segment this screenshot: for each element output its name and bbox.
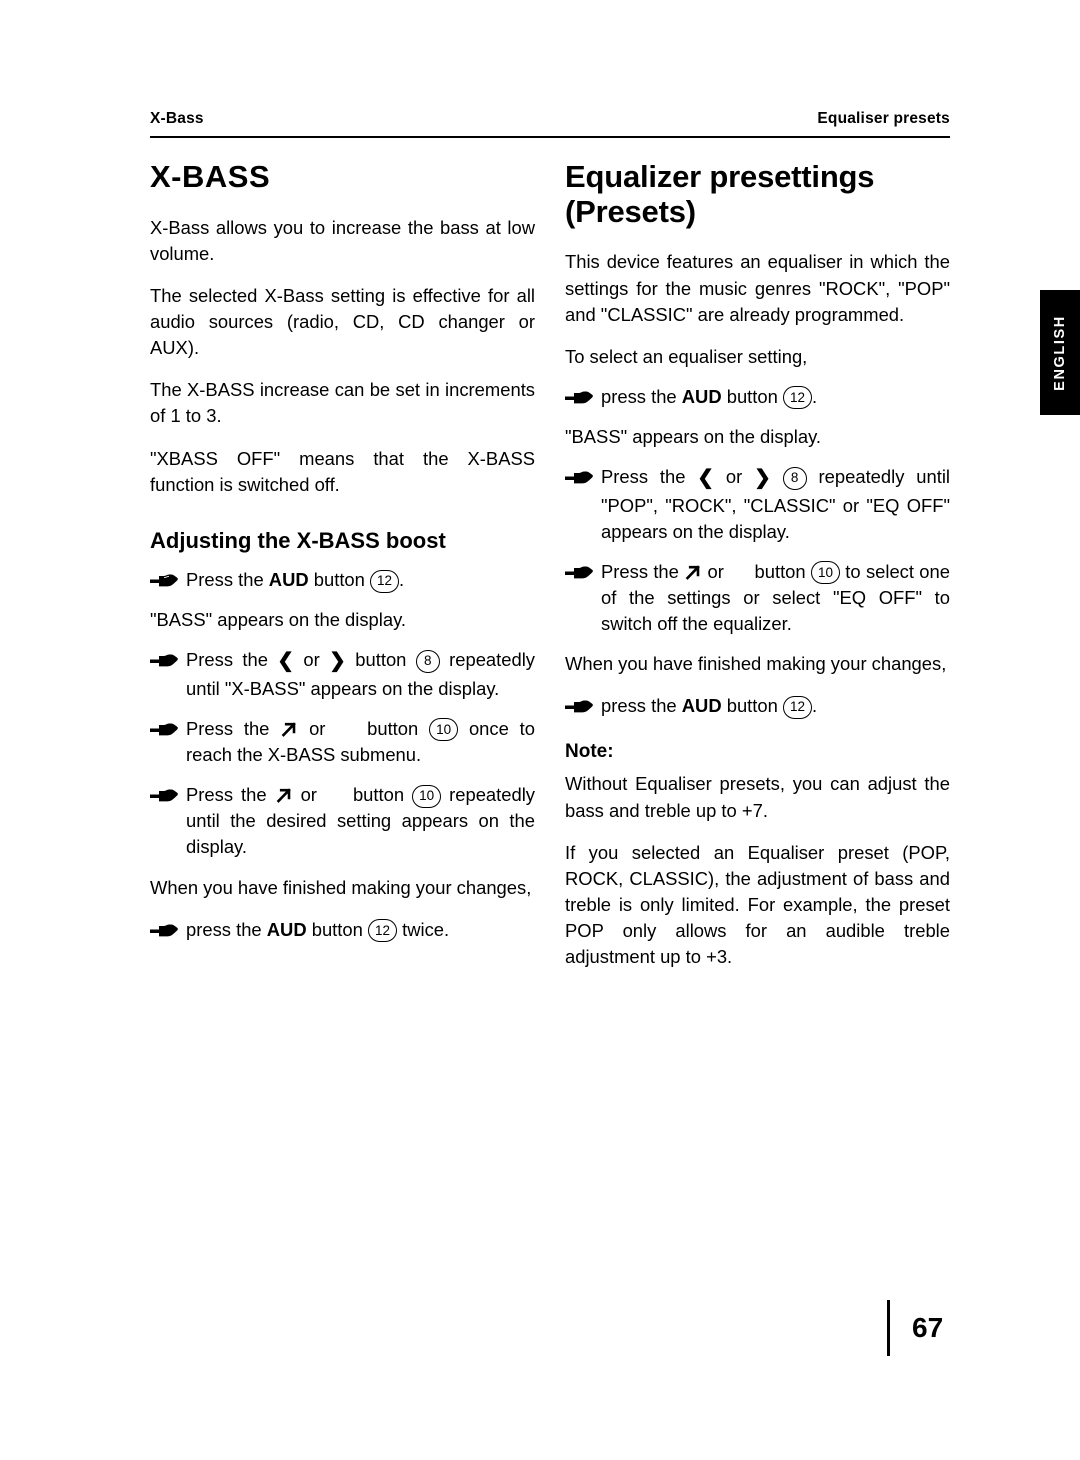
page-number: 67 — [912, 1312, 944, 1343]
pointing-hand-icon — [565, 562, 593, 582]
section-title-equalizer: Equalizer presettings (Presets) — [565, 159, 950, 229]
paragraph-eq-intro: This device features an equaliser in whi… — [565, 251, 950, 325]
list-item: Press the ❮ or ❯ 8 repeatedly until "POP… — [565, 464, 950, 545]
callout-number: 12 — [367, 919, 397, 943]
header-right-text: Equaliser presets — [817, 110, 950, 127]
list-item: Press the or button 10 to select one of … — [565, 559, 950, 637]
pointing-hand-icon — [150, 650, 178, 670]
callout-number: 12 — [782, 386, 812, 410]
arrow-right-icon: ❯ — [329, 650, 346, 673]
running-header: X-Bass Equaliser presets — [150, 110, 950, 128]
button-label-aud: AUD — [681, 385, 722, 407]
arrow-left-icon: ❮ — [277, 650, 295, 673]
page-footer: 67 — [887, 1300, 943, 1356]
paragraph-note-2: If you selected an Equaliser preset (POP… — [565, 841, 950, 968]
list-item-text: Press the or button 10 once to reach the… — [186, 717, 536, 766]
paragraph-xbass-increments: The X-BASS increase can be set in increm… — [150, 379, 535, 427]
arrow-up-icon — [684, 562, 702, 580]
callout-number: 12 — [782, 695, 812, 719]
right-column: Equalizer presettings (Presets) This devi… — [565, 159, 950, 986]
note-heading: Note: — [565, 741, 614, 763]
pointing-hand-icon — [150, 570, 178, 590]
list-item: press the AUD button 12 twice. — [150, 917, 535, 943]
language-side-tab: ENGLISH — [1040, 290, 1080, 415]
page-title: X-BASS — [150, 159, 271, 194]
left-column: X-BASS X-Bass allows you to increase the… — [150, 159, 535, 957]
list-item: press the AUD button 12. — [565, 693, 950, 719]
callout-number: 8 — [782, 466, 807, 490]
list-item: Press the or button 10 once to reach the… — [150, 716, 535, 768]
paragraph-xbass-off: "XBASS OFF" means that the X-BASS functi… — [150, 447, 535, 495]
section-title-line1: Equalizer presettings — [565, 159, 875, 194]
arrow-up-icon — [275, 785, 293, 803]
header-left-text: X-Bass — [150, 110, 204, 127]
paragraph-note-1: Without Equaliser presets, you can adjus… — [565, 773, 950, 821]
arrow-right-icon: ❯ — [754, 467, 771, 490]
list-item-text: press the AUD button 12. — [601, 695, 817, 719]
button-label-aud: AUD — [266, 918, 307, 940]
manual-page: X-Bass Equaliser presets X-BASS X-Bass a… — [0, 0, 1080, 1460]
list-item: press the AUD button 12. — [565, 384, 950, 410]
callout-number: 10 — [810, 561, 840, 585]
callout-number: 12 — [370, 569, 400, 593]
paragraph-bass-display: "BASS" appears on the display. — [150, 609, 407, 631]
header-divider — [150, 136, 950, 138]
section-heading-adjust-boost: Adjusting the X-BASS boost — [150, 527, 446, 553]
pointing-hand-icon — [565, 467, 593, 487]
list-item-text: Press the ❮ or ❯ button 8 repeatedly unt… — [186, 649, 536, 699]
list-item-text: press the AUD button 12 twice. — [186, 918, 449, 943]
pointing-hand-icon — [150, 920, 178, 940]
pointing-hand-icon — [150, 719, 178, 739]
button-label-aud: AUD — [681, 695, 722, 717]
list-item-text: press the AUD button 12. — [601, 385, 817, 410]
paragraph-xbass-intro: X-Bass allows you to increase the bass a… — [150, 216, 535, 264]
list-item-text: Press the or button 10 to select one of … — [601, 560, 950, 635]
footer-rule — [887, 1300, 890, 1356]
pointing-hand-icon — [150, 785, 178, 805]
list-item: Press the AUD button 12. — [150, 567, 535, 593]
section-title-line2: (Presets) — [565, 193, 696, 229]
paragraph-bass-display: "BASS" appears on the display. — [565, 426, 822, 448]
arrow-left-icon: ❮ — [697, 467, 715, 490]
list-item: Press the ❮ or ❯ button 8 repeatedly unt… — [150, 647, 535, 702]
list-item-text: Press the ❮ or ❯ 8 repeatedly until "POP… — [601, 466, 950, 542]
paragraph-eq-select: To select an equaliser setting, — [565, 345, 808, 367]
list-item-text: Press the AUD button 12. — [186, 569, 404, 593]
callout-number: 10 — [429, 718, 459, 742]
arrow-up-icon — [280, 719, 298, 737]
callout-number: 10 — [412, 784, 442, 808]
pointing-hand-icon — [565, 387, 593, 407]
language-side-tab-label: ENGLISH — [1052, 314, 1068, 391]
paragraph-finished-changes: When you have finished making your chang… — [150, 876, 532, 898]
list-item: Press the or button 10 repeatedly until … — [150, 782, 535, 860]
list-item-text: Press the or button 10 repeatedly until … — [186, 784, 535, 858]
button-label-aud: AUD — [268, 569, 309, 591]
paragraph-xbass-sources: The selected X-Bass setting is effective… — [150, 284, 535, 359]
paragraph-finished-changes: When you have finished making your chang… — [565, 653, 947, 675]
callout-number: 8 — [415, 649, 440, 673]
pointing-hand-icon — [565, 696, 593, 716]
